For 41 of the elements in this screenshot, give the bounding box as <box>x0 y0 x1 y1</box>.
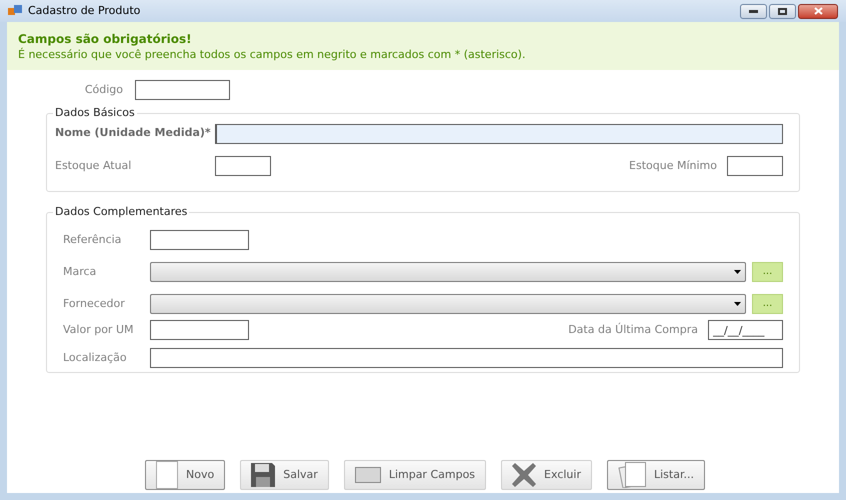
pages-icon <box>618 462 646 488</box>
toolbar-button[interactable]: Listar... <box>606 460 705 490</box>
field-label: Valor por UM <box>63 322 134 338</box>
maximize-button[interactable] <box>769 4 796 18</box>
input-field[interactable]: __/__/____ <box>708 320 783 340</box>
field-label: Fornecedor <box>63 296 126 312</box>
close-button[interactable] <box>798 4 838 18</box>
field-label: Marca <box>63 264 98 280</box>
dropdown[interactable] <box>150 262 746 282</box>
banner-message: É necessário que você preencha todos os campos em negrito e marcados com * (asterisco). <box>18 47 526 63</box>
minimize-button[interactable] <box>740 4 767 18</box>
field-label: Código <box>84 82 123 98</box>
maximize-icon <box>778 8 787 14</box>
app-icon <box>8 5 22 17</box>
input-field[interactable] <box>727 156 783 176</box>
banner-title: Campos são obrigatórios! <box>18 31 193 47</box>
window-title: Cadastro de Produto <box>28 2 140 19</box>
field-label: Referência <box>63 232 122 248</box>
input-field[interactable] <box>215 156 271 176</box>
rectangle-icon <box>354 467 381 483</box>
group-title: Dados Complementares <box>53 205 190 219</box>
caret-icon <box>734 302 741 306</box>
field-label: Data da Última Compra <box>568 322 698 338</box>
caret-icon <box>734 270 741 274</box>
minimize-icon <box>749 10 758 12</box>
input-field[interactable] <box>215 124 783 144</box>
toolbar-button[interactable]: Novo <box>145 460 226 490</box>
close-icon <box>814 7 822 15</box>
cross-icon <box>512 463 536 487</box>
field-label: Nome (Unidade Medida)* <box>55 125 212 142</box>
input-field[interactable] <box>150 348 783 368</box>
input-field[interactable] <box>150 320 249 340</box>
field-label: Estoque Mínimo <box>629 158 717 174</box>
input-field[interactable] <box>150 230 249 250</box>
field-label: Estoque Atual <box>55 158 132 174</box>
input-field[interactable] <box>135 80 230 100</box>
browse-button[interactable]: ... <box>752 262 783 282</box>
page-icon <box>156 461 178 489</box>
browse-button[interactable]: ... <box>752 294 783 314</box>
field-label: Localização <box>63 350 128 366</box>
dropdown[interactable] <box>150 294 746 314</box>
